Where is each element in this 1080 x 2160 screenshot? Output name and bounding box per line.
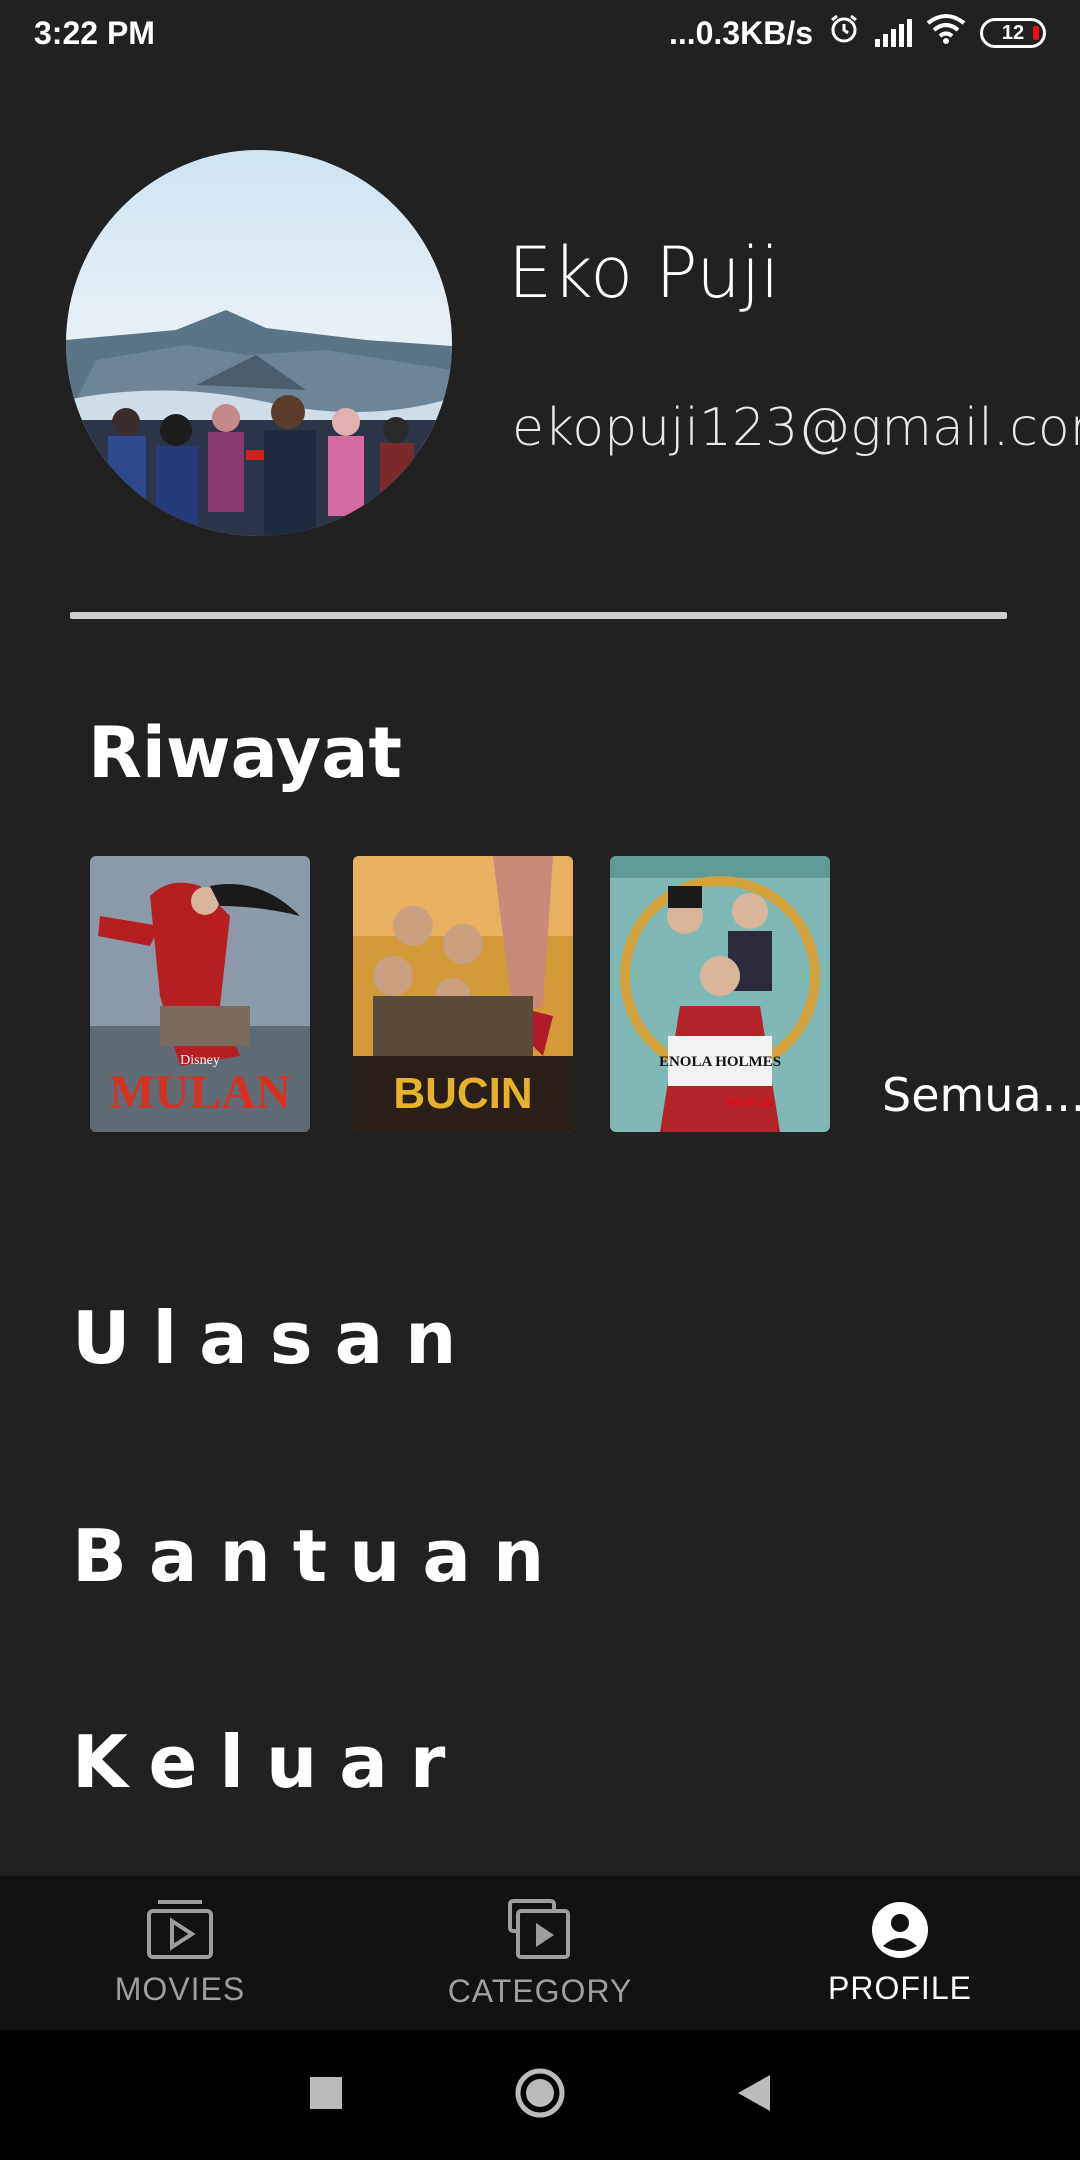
nav-profile[interactable]: PROFILE	[720, 1876, 1080, 2030]
nav-movies[interactable]: MOVIES	[0, 1876, 360, 2030]
status-icons: ...0.3KB/s 12	[669, 12, 1046, 54]
wifi-icon	[926, 13, 966, 53]
menu-logout[interactable]: Keluar	[72, 1720, 467, 1804]
status-time: 3:22 PM	[34, 14, 155, 51]
profile-icon	[870, 1900, 930, 1964]
nav-movies-label: MOVIES	[114, 1970, 246, 2007]
poster-mulan[interactable]: Disney MULAN	[90, 856, 310, 1132]
battery-level: 12	[1001, 21, 1025, 44]
history-title: Riwayat	[88, 712, 402, 794]
poster-title: MULAN	[109, 1066, 291, 1119]
alarm-icon	[827, 12, 861, 54]
movies-icon	[146, 1899, 214, 1965]
category-icon	[506, 1897, 574, 1967]
square-icon	[310, 2077, 342, 2109]
nav-category-label: CATEGORY	[447, 1972, 633, 2009]
menu-help[interactable]: Bantuan	[72, 1514, 566, 1598]
poster-title: ENOLA HOLMES	[659, 1054, 781, 1070]
system-navigation	[0, 2030, 1080, 2160]
poster-bucin[interactable]: BUCIN	[353, 856, 573, 1132]
profile-photo	[66, 150, 452, 536]
poster-brand: NETFLIX	[727, 1097, 773, 1109]
bottom-navigation: MOVIES CATEGORY PROFILE	[0, 1876, 1080, 2030]
nav-profile-label: PROFILE	[828, 1969, 972, 2006]
profile-email: ekopuji123@gmail.com	[512, 398, 1080, 458]
home-button[interactable]	[514, 2067, 566, 2123]
avatar[interactable]	[66, 150, 452, 536]
profile-name: Eko Puji	[508, 232, 780, 314]
battery-icon: 12	[980, 18, 1046, 48]
poster-title: BUCIN	[393, 1069, 532, 1118]
status-bar: 3:22 PM ...0.3KB/s 12	[0, 0, 1080, 66]
see-all-link[interactable]: Semua...	[882, 1068, 1080, 1122]
back-triangle-icon	[738, 2075, 770, 2111]
network-speed: ...0.3KB/s	[668, 14, 813, 51]
nav-category[interactable]: CATEGORY	[360, 1876, 720, 2030]
recents-button[interactable]	[308, 2075, 344, 2115]
divider	[70, 612, 1007, 619]
back-button[interactable]	[736, 2073, 772, 2117]
poster-enola-holmes[interactable]: ENOLA HOLMES NETFLIX	[610, 856, 830, 1132]
circle-icon	[515, 2068, 565, 2118]
menu-reviews[interactable]: Ulasan	[72, 1296, 478, 1380]
signal-icon	[875, 19, 912, 47]
